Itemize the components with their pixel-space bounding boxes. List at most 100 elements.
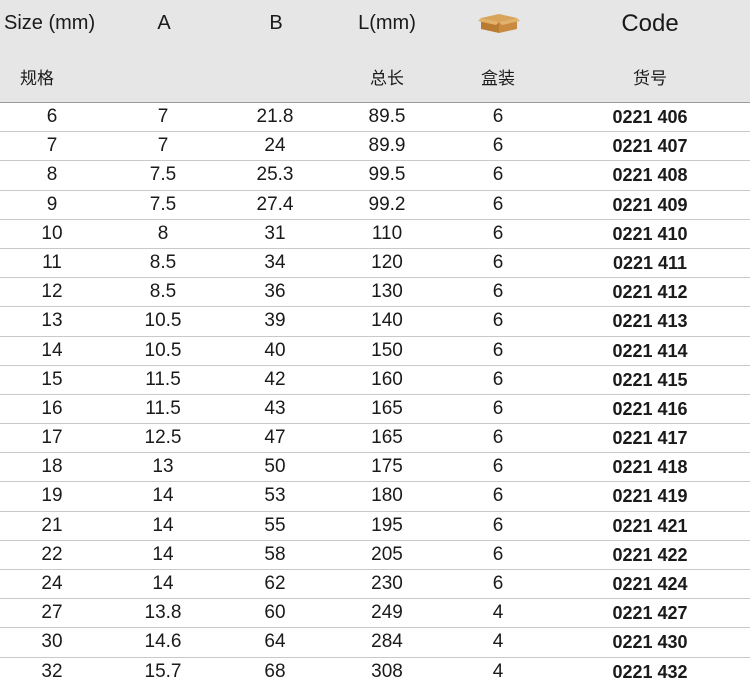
cell-b: 39 [264,310,286,332]
cell-length: 140 [371,310,403,332]
cell-a: 14 [152,485,174,507]
header-code: Code [621,10,679,37]
cell-box-qty: 6 [492,514,504,536]
cell-box-qty: 6 [492,106,504,127]
cardboard-box-icon [478,14,520,33]
cell-a: 14 [152,573,174,594]
cell-size: 19 [41,485,63,507]
cell-b: 68 [264,660,286,682]
cell-length: 180 [371,485,403,507]
table-row: 13 10.5 39 140 6 0221 413 [0,306,750,335]
table-row: 22 14 58 205 6 0221 422 [0,539,750,569]
cell-b: 40 [264,339,286,361]
cell-a: 7.5 [149,193,177,215]
cell-b: 47 [264,427,286,449]
header-spec-cn: 规格 [20,69,54,89]
cell-a: 7 [157,135,169,157]
cell-length: 249 [371,602,403,624]
cell-box-qty: 6 [492,135,504,157]
cell-code: 0221 415 [612,369,688,390]
cell-box-qty: 6 [492,456,504,478]
table-row: 8 7.5 25.3 99.5 6 0221 408 [0,160,750,189]
cell-b: 64 [264,631,286,653]
cell-code: 0221 407 [612,136,688,157]
cell-code: 0221 409 [612,194,688,215]
table-header: Size (mm) A B L(mm) Code 规格 总长 盒装 货号 [0,0,750,102]
cell-code: 0221 422 [612,544,688,565]
cell-b: 58 [264,543,286,565]
cell-code: 0221 421 [612,515,688,536]
cell-b: 34 [264,251,286,273]
cell-size: 8 [46,164,58,186]
cell-size: 17 [41,427,63,449]
table-row: 16 11.5 43 165 6 0221 416 [0,393,750,423]
table-row: 32 15.7 68 308 4 0221 432 [0,656,750,686]
cell-size: 6 [46,106,58,127]
table-row: 19 14 53 180 6 0221 419 [0,481,750,510]
cell-length: 120 [371,251,403,273]
cell-length: 89.9 [368,135,406,157]
cell-a: 13.8 [144,602,182,624]
cell-code: 0221 432 [612,661,688,682]
table-row: 12 8.5 36 130 6 0221 412 [0,277,750,306]
table-row: 14 10.5 40 150 6 0221 414 [0,335,750,365]
cell-length: 110 [371,222,403,244]
cell-code: 0221 411 [612,252,688,273]
cell-b: 24 [264,135,286,157]
cell-box-qty: 6 [492,193,504,215]
cell-a: 15.7 [144,660,182,682]
cell-a: 7.5 [149,164,177,186]
table-row: 11 8.5 34 120 6 0221 411 [0,247,750,277]
cell-size: 30 [41,631,63,653]
cell-size: 15 [41,368,63,390]
cell-length: 230 [371,573,403,594]
cell-length: 284 [371,631,403,653]
table-row: 30 14.6 64 284 4 0221 430 [0,627,750,656]
cell-box-qty: 4 [492,631,504,653]
cell-box-qty: 6 [492,281,504,303]
table-row: 15 11.5 42 160 6 0221 415 [0,364,750,394]
cell-box-qty: 6 [492,164,504,186]
cell-length: 150 [371,339,403,361]
cell-length: 165 [371,427,403,449]
cell-size: 27 [41,602,63,624]
cell-code: 0221 417 [612,428,688,449]
cell-code: 0221 414 [612,340,688,361]
cell-length: 130 [371,281,403,303]
cell-size: 21 [41,514,63,536]
cell-length: 165 [371,397,403,419]
cell-box-qty: 4 [492,602,504,624]
cell-box-qty: 6 [492,485,504,507]
cell-size: 32 [41,660,63,682]
cell-a: 11.5 [145,368,181,390]
cell-size: 13 [41,310,63,332]
table-row: 18 13 50 175 6 0221 418 [0,452,750,481]
cell-b: 50 [264,456,286,478]
cell-code: 0221 430 [612,632,688,653]
cell-length: 99.2 [368,193,406,215]
cell-b: 25.3 [256,164,294,186]
cell-b: 42 [264,368,286,390]
cell-b: 43 [264,397,286,419]
cell-size: 22 [41,543,63,565]
cell-code: 0221 419 [612,486,688,507]
cell-box-qty: 6 [492,573,504,594]
cell-code: 0221 424 [612,574,688,594]
cell-a: 13 [152,456,174,478]
cell-box-qty: 6 [492,368,504,390]
cell-a: 8.5 [149,251,177,273]
cell-box-qty: 6 [492,310,504,332]
cell-length: 195 [371,514,403,536]
cell-a: 14 [152,514,174,536]
cell-code: 0221 410 [612,223,688,244]
cell-box-qty: 6 [492,251,504,273]
cell-code: 0221 418 [612,457,688,478]
table-body: 6 7 21.8 89.5 6 0221 406 7 7 24 89.9 6 0221 407 8 7.5… [0,102,750,686]
table-row: 27 13.8 60 249 4 0221 427 [0,598,750,627]
cell-a: 14 [152,543,174,565]
cell-size: 7 [46,135,58,157]
header-code-cn: 货号 [633,69,667,89]
cell-size: 14 [41,339,63,361]
cell-code: 0221 406 [612,107,688,127]
table-row: 24 14 62 230 6 0221 424 [0,569,750,598]
